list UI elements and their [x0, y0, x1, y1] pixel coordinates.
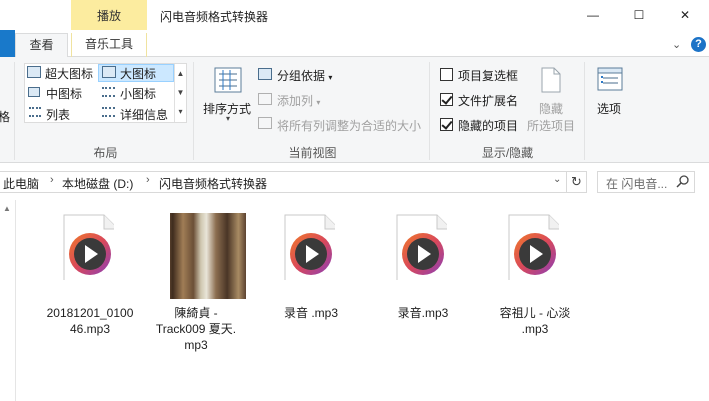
- tab-music-tools[interactable]: 音乐工具: [71, 33, 147, 58]
- fit-columns-button[interactable]: 将所有列调整为合适的大小: [277, 117, 421, 134]
- file-item[interactable]: 录音 .mp3: [263, 206, 359, 366]
- separator: [584, 62, 585, 160]
- item-checkboxes-checkbox[interactable]: [440, 68, 453, 81]
- file-name-label: 录音.mp3: [375, 305, 471, 321]
- search-placeholder: 在 闪电音...: [606, 177, 668, 191]
- add-column-button[interactable]: 添加列 ▾: [277, 92, 320, 109]
- close-button[interactable]: ✕: [662, 0, 708, 30]
- hide-selected-button[interactable]: 隐藏: [539, 100, 563, 117]
- file-name-label: 容祖儿 - 心淡 .mp3: [487, 305, 583, 337]
- details-icon: [102, 107, 115, 117]
- list-icon: [29, 107, 41, 117]
- minimize-icon: —: [587, 8, 599, 22]
- file-item[interactable]: 陳綺貞 - Track009 夏天. mp3: [148, 206, 246, 366]
- breadcrumb-folder[interactable]: 闪电音频格式转换器: [159, 175, 267, 192]
- options-button[interactable]: 选项: [597, 100, 621, 117]
- options-icon: [596, 66, 624, 92]
- file-item[interactable]: 容祖儿 - 心淡 .mp3: [487, 206, 583, 366]
- scroll-up-icon[interactable]: ▲: [3, 204, 11, 213]
- help-icon[interactable]: ?: [691, 37, 706, 52]
- large-icons-icon: [102, 66, 116, 78]
- file-name-label: 20181201_0100 46.mp3: [42, 305, 138, 337]
- maximize-button[interactable]: ☐: [616, 0, 662, 30]
- file-name-line: Track009 夏天.: [155, 322, 237, 336]
- file-name-label: 录音 .mp3: [263, 305, 359, 321]
- hide-selected-button-line2: 所选项目: [527, 119, 576, 133]
- chevron-right-icon[interactable]: ›: [50, 174, 54, 186]
- group-current-view-label: 当前视图: [288, 146, 337, 160]
- refresh-button[interactable]: ↻: [567, 171, 587, 193]
- item-checkboxes-label: 项目复选框: [458, 69, 519, 83]
- file-name-line: 录音 .mp3: [283, 306, 338, 320]
- file-name-line: 陳綺貞 -: [174, 306, 218, 320]
- file-name-line: 20181201_0100: [46, 306, 134, 320]
- view-medium-icons[interactable]: 中图标: [46, 85, 82, 102]
- ribbon-left-cut-text: 格: [0, 110, 11, 124]
- extra-large-icons-icon: [27, 66, 41, 78]
- file-name-line: .mp3: [521, 322, 549, 336]
- sort-dropdown-icon: ▾: [226, 114, 231, 123]
- album-art-thumbnail: [152, 213, 246, 299]
- audio-file-icon: [284, 214, 335, 280]
- view-large-icons[interactable]: 大图标: [120, 65, 156, 82]
- file-name-line: 容祖儿 - 心淡: [499, 306, 571, 320]
- file-tab-edge[interactable]: [0, 30, 15, 57]
- breadcrumb-local-disk[interactable]: 本地磁盘 (D:): [62, 175, 133, 192]
- file-name-label: 陳綺貞 - Track009 夏天. mp3: [148, 305, 244, 353]
- sort-by-icon: [213, 66, 243, 94]
- refresh-icon: ↻: [571, 174, 582, 189]
- view-small-icons[interactable]: 小图标: [120, 85, 156, 102]
- group-layout-label: 布局: [93, 146, 118, 160]
- group-by-icon: [258, 68, 272, 80]
- separator: [193, 62, 194, 160]
- audio-file-icon: [508, 214, 559, 280]
- context-tab-play[interactable]: 播放: [71, 0, 147, 30]
- minimize-button[interactable]: —: [570, 0, 616, 30]
- audio-file-icon: [396, 214, 447, 280]
- separator: [429, 62, 430, 160]
- group-show-hide-label: 显示/隐藏: [481, 146, 534, 160]
- file-item[interactable]: 录音.mp3: [375, 206, 471, 366]
- address-dropdown-icon[interactable]: ⌄: [553, 174, 561, 185]
- view-extra-large-icons[interactable]: 超大图标: [45, 65, 93, 82]
- view-details[interactable]: 详细信息: [120, 106, 168, 123]
- audio-file-icon: [63, 214, 114, 280]
- layout-gallery-scroll[interactable]: ▲ ▼ ▾: [174, 64, 186, 122]
- file-name-line: 46.mp3: [69, 322, 111, 336]
- window-title: 闪电音频格式转换器: [160, 10, 269, 24]
- hidden-items-label: 隐藏的项目: [458, 119, 519, 133]
- add-column-icon: [258, 93, 272, 105]
- tab-view[interactable]: 查看: [15, 33, 68, 58]
- hide-selected-icon: [540, 66, 562, 94]
- file-extensions-checkbox[interactable]: [440, 93, 453, 106]
- file-name-line: 录音.mp3: [397, 306, 449, 320]
- fit-columns-icon: [258, 117, 272, 129]
- file-extensions-label: 文件扩展名: [458, 94, 519, 108]
- group-by-button[interactable]: 分组依据 ▾: [277, 67, 332, 84]
- search-icon[interactable]: [676, 174, 690, 188]
- separator: [14, 62, 15, 160]
- hidden-items-checkbox[interactable]: [440, 118, 453, 131]
- chevron-right-icon[interactable]: ›: [146, 174, 150, 186]
- close-icon: ✕: [679, 8, 691, 22]
- medium-icons-icon: [28, 87, 40, 97]
- maximize-icon: ☐: [633, 8, 645, 22]
- navigation-pane-edge: [0, 200, 16, 401]
- breadcrumb-this-pc[interactable]: 此电脑: [3, 175, 39, 192]
- small-icons-icon: [102, 87, 115, 97]
- view-list[interactable]: 列表: [46, 106, 70, 123]
- ribbon-collapse-icon[interactable]: ⌄: [672, 38, 686, 52]
- file-item[interactable]: 20181201_0100 46.mp3: [42, 206, 138, 366]
- file-name-line: mp3: [184, 338, 208, 352]
